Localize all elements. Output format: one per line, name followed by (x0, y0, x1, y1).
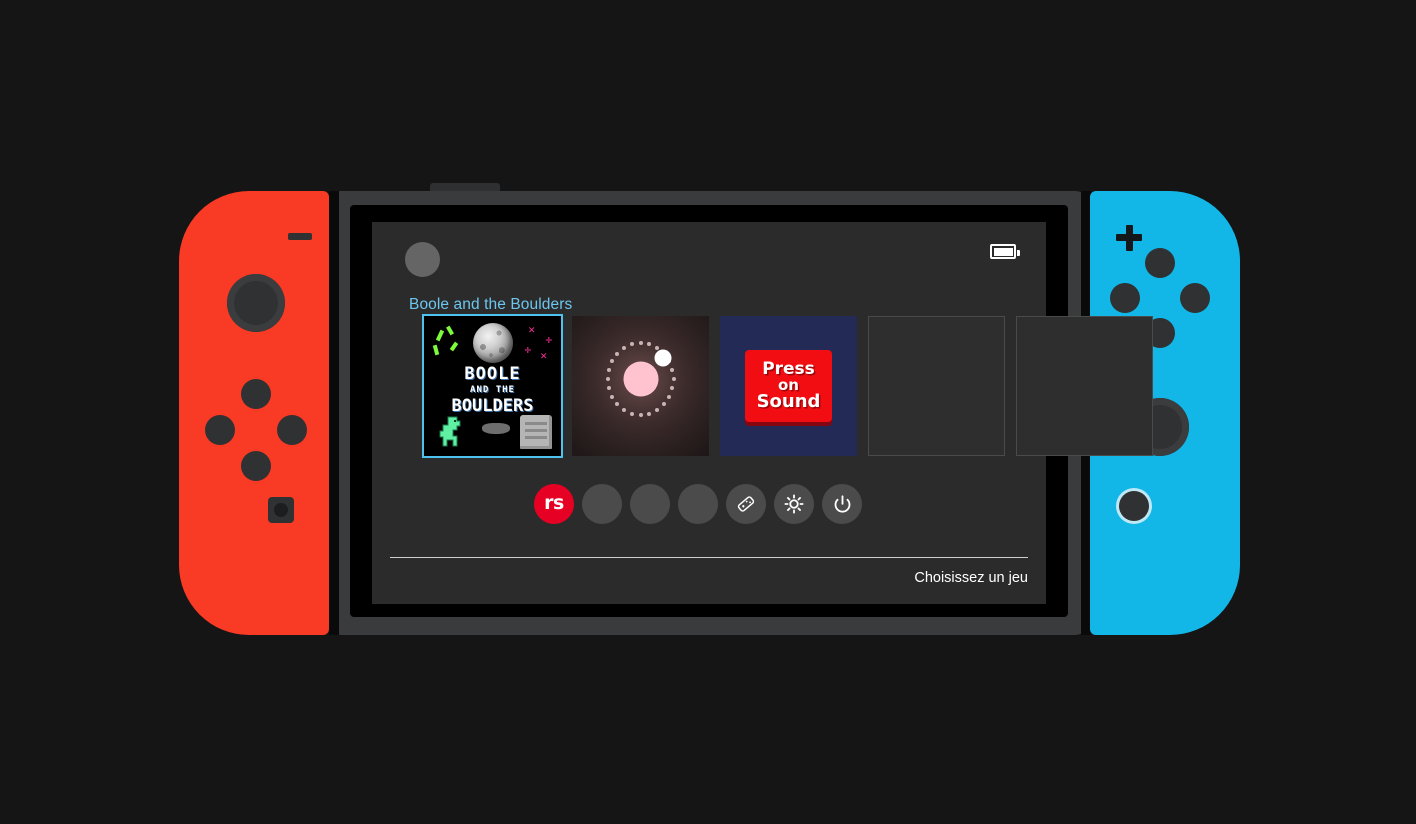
orbit-dot (638, 341, 643, 345)
power-glyph (834, 494, 850, 513)
brightness-sun-icon[interactable] (774, 484, 814, 524)
orbit-dot (647, 411, 652, 416)
dpad-right-button[interactable] (277, 415, 307, 445)
footer-divider (390, 557, 1028, 558)
orbit-dot (609, 395, 614, 399)
plus-button-v[interactable] (1125, 224, 1133, 251)
tile-art-card: Press on Sound (745, 350, 832, 422)
screen: Boole and the Boulders ✕ ✛ ✛ ✕ BOOLE AND… (372, 222, 1153, 604)
game-tile-empty-slot-1[interactable] (868, 316, 1005, 456)
dock-blank-slot-2[interactable] (630, 484, 670, 524)
orbit-dot (667, 395, 672, 399)
orbit-dot (670, 367, 675, 372)
screenshot-root: Boole and the Boulders ✕ ✛ ✛ ✕ BOOLE AND… (0, 0, 1416, 824)
joycon-left[interactable] (179, 191, 329, 635)
sparkle-icon: ✕ (540, 349, 547, 362)
orbit-dot (606, 386, 611, 391)
leaf-icon (432, 344, 440, 356)
controller-icon[interactable] (726, 484, 766, 524)
planet-moon-icon (654, 349, 672, 367)
x-button[interactable] (1145, 248, 1175, 278)
controller-glyph (737, 496, 755, 512)
orbit-dot (605, 377, 610, 382)
orbit-dot (629, 342, 634, 347)
orbit-dot (670, 386, 675, 391)
dock-blank-slot-3[interactable] (678, 484, 718, 524)
dinosaur-icon (439, 416, 461, 447)
sun-glyph (784, 494, 804, 514)
sparkle-icon: ✛ (524, 343, 531, 356)
orbit-dot (629, 411, 634, 416)
power-icon[interactable] (822, 484, 862, 524)
game-tile-row: ✕ ✛ ✛ ✕ BOOLE AND THE BOULDERS Press on … (422, 314, 1153, 458)
dpad-down-button[interactable] (241, 451, 271, 481)
minus-button[interactable] (288, 233, 312, 240)
joycon-rail-left (329, 191, 339, 635)
orbit-dot (622, 345, 626, 350)
sparkle-icon: ✛ (545, 333, 552, 346)
orbit-dot (671, 377, 676, 381)
leaf-icon (446, 325, 454, 336)
game-tile-boole-and-the-boulders[interactable]: ✕ ✛ ✛ ✕ BOOLE AND THE BOULDERS (422, 314, 563, 458)
footer-hint: Choisissez un jeu (914, 570, 1028, 586)
orbit-dot (609, 359, 614, 363)
orbit-dot (615, 351, 620, 356)
orbit-dot (638, 413, 643, 417)
orbit-dot (655, 408, 659, 413)
a-button[interactable] (1180, 283, 1210, 313)
capture-button[interactable] (268, 497, 294, 523)
orbit-dot (622, 408, 626, 413)
dpad-left-button[interactable] (205, 415, 235, 445)
boulder-block-icon (520, 415, 552, 449)
orbit-dot (606, 367, 611, 372)
y-button[interactable] (1110, 283, 1140, 313)
tile-art-title: BOOLE AND THE BOULDERS (451, 364, 534, 416)
left-analog-stick[interactable] (227, 274, 285, 332)
boulder-icon (472, 323, 513, 363)
orbit-dot (655, 345, 659, 350)
screen-topbar (372, 222, 1046, 292)
orbit-dot (647, 342, 652, 347)
game-tile-press-on-sound[interactable]: Press on Sound (720, 316, 857, 456)
rock-icon (482, 423, 510, 434)
rs-logo-icon[interactable]: rs (534, 484, 574, 524)
home-button[interactable] (1119, 491, 1149, 521)
planet-core-icon (623, 361, 658, 397)
icon-dock: rs (534, 484, 862, 524)
sparkle-icon: ✕ (528, 323, 535, 336)
avatar[interactable] (405, 242, 440, 277)
orbit-dot (615, 402, 620, 407)
leaf-icon (435, 329, 445, 342)
leaf-icon (449, 341, 459, 352)
game-tile-empty-slot-2[interactable] (1016, 316, 1153, 456)
orbit-dot (661, 402, 666, 407)
dpad-up-button[interactable] (241, 379, 271, 409)
page-title: Boole and the Boulders (409, 296, 573, 313)
battery-icon (990, 244, 1020, 259)
game-tile-orbit[interactable] (572, 316, 709, 456)
dock-blank-slot-1[interactable] (582, 484, 622, 524)
